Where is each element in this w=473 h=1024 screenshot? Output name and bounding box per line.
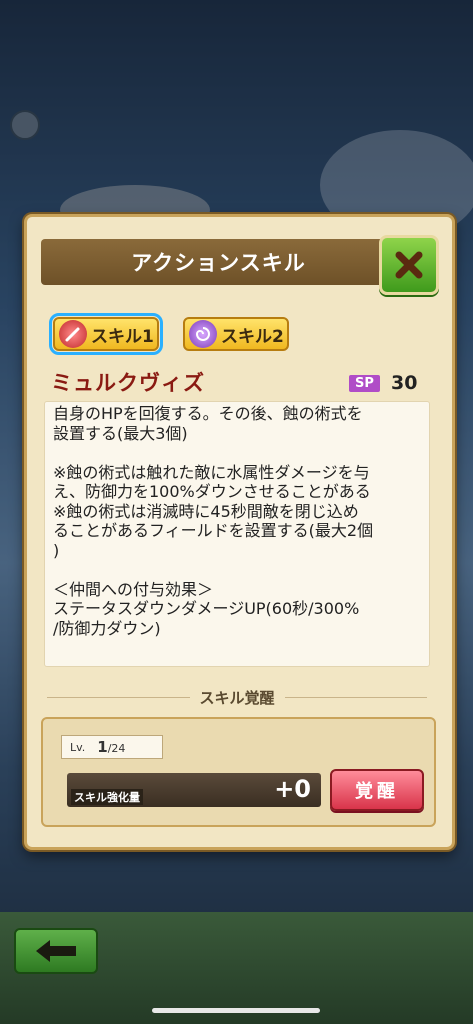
description-line <box>53 560 421 580</box>
divider <box>47 697 190 698</box>
sp-badge: SP <box>349 375 380 392</box>
description-line: ) <box>53 540 60 560</box>
close-button[interactable] <box>379 235 439 295</box>
dialog-title-text: アクションスキル <box>131 251 306 275</box>
tab-skill-2[interactable]: スキル2 <box>183 317 289 351</box>
back-button[interactable] <box>14 928 98 974</box>
description-line: 設置する(最大3個) <box>53 423 188 443</box>
close-x-icon <box>395 251 423 279</box>
tab-skill-2-label: スキル2 <box>221 326 284 347</box>
description-line: ステータスダウンダメージUP(60秒/300% <box>53 599 360 618</box>
description-line: え、防御力を100%ダウンさせることがある <box>53 482 371 501</box>
description-line: ることがあるフィールドを設置する(最大2個 <box>53 521 374 540</box>
dialog-title: アクションスキル <box>41 239 396 285</box>
description-line <box>53 443 421 463</box>
back-arrow-icon <box>36 940 76 962</box>
awaken-header-text: スキル覚醒 <box>199 689 275 707</box>
gauge-label: スキル強化量 <box>71 789 143 805</box>
level-max: /24 <box>107 742 126 755</box>
skill-level: Lv. 1/24 <box>61 735 163 759</box>
awaken-section-header: スキル覚醒 <box>47 687 428 708</box>
tab-skill-1[interactable]: スキル1 <box>49 313 163 355</box>
home-indicator <box>152 1008 320 1013</box>
sp-value: 30 <box>391 372 418 394</box>
skill-name: ミュルクヴィズ <box>51 371 205 395</box>
awaken-button[interactable]: 覚醒 <box>330 769 424 811</box>
level-value: 1/24 <box>97 738 125 756</box>
tab-skill-1-label: スキル1 <box>91 326 154 347</box>
description-line: ※蝕の術式は触れた敵に水属性ダメージを与 <box>53 462 370 482</box>
divider <box>284 697 428 698</box>
description-line: 自身のHPを回復する。その後、蝕の術式を <box>53 404 363 423</box>
awaken-panel: Lv. 1/24 スキル強化量 +0 覚醒 <box>41 717 436 827</box>
skill-description: 自身のHPを回復する。その後、蝕の術式を 設置する(最大3個) ※蝕の術式は触れ… <box>44 401 430 667</box>
description-line: ＜仲間への付与効果＞ <box>53 579 214 599</box>
level-label: Lv. <box>70 740 86 754</box>
description-line: /防御力ダウン) <box>53 618 161 638</box>
description-line: ※蝕の術式は消滅時に45秒間敵を閉じ込め <box>53 501 359 521</box>
gauge-value: +0 <box>274 775 311 803</box>
swirl-icon <box>189 320 217 348</box>
skill-enhance-gauge: スキル強化量 +0 <box>67 773 321 807</box>
action-skill-dialog: アクションスキル スキル1 スキル2 ミュルクヴィズ SP 30 自身のHPを回… <box>24 214 455 850</box>
level-current: 1 <box>97 738 108 756</box>
sword-icon <box>59 320 87 348</box>
